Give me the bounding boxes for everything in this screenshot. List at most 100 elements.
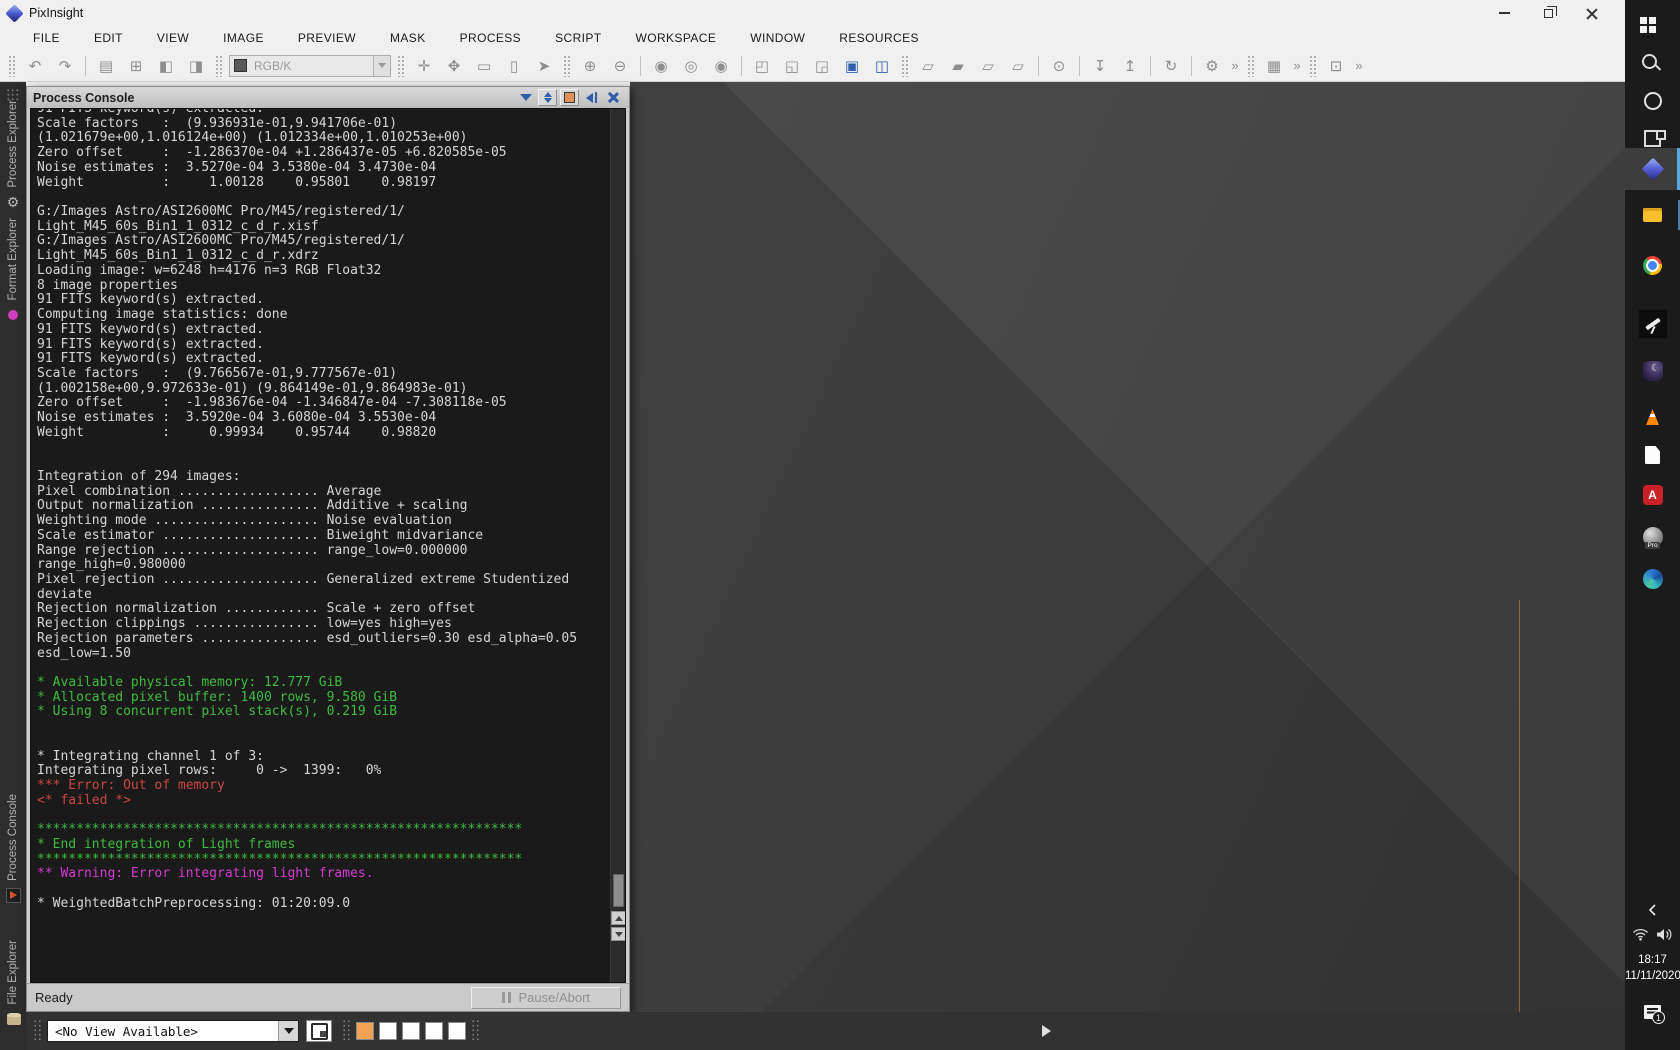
pixinsight-taskbar-icon[interactable] xyxy=(1625,148,1680,190)
zoom-to-fit-icon[interactable]: ◎ xyxy=(676,54,706,78)
workspace[interactable] xyxy=(630,82,1625,1012)
search-icon[interactable] xyxy=(1625,44,1680,82)
menu-process[interactable]: PROCESS xyxy=(443,31,538,45)
menu-preview[interactable]: PREVIEW xyxy=(281,31,373,45)
pause-abort-button[interactable]: Pause/Abort xyxy=(471,987,621,1009)
libreoffice-icon[interactable] xyxy=(1625,436,1680,474)
toolbar-grip[interactable] xyxy=(471,1019,480,1043)
sgp-pro-icon[interactable]: Pro xyxy=(1625,518,1680,556)
sidebar-tab-file-explorer[interactable]: File Explorer xyxy=(0,940,26,1027)
fullscreen-icon[interactable]: ◫ xyxy=(867,54,897,78)
screen-transfer-mode-button[interactable] xyxy=(306,1020,332,1042)
chevron-down-icon[interactable] xyxy=(278,1021,298,1041)
toolbar-overflow-chevron[interactable]: » xyxy=(1289,58,1305,73)
find-image-icon[interactable]: ⊙ xyxy=(1044,54,1074,78)
fit-view-icon[interactable]: ▭ xyxy=(469,54,499,78)
histogram-panel-icon[interactable]: ▦ xyxy=(1259,54,1289,78)
new-preview-mode-icon[interactable]: ◰ xyxy=(747,54,777,78)
scroll-up-button[interactable] xyxy=(611,911,626,925)
restore-button[interactable] xyxy=(1533,4,1563,22)
revert-image-icon[interactable]: ↻ xyxy=(1156,54,1186,78)
zoom-out-icon[interactable]: ⊖ xyxy=(605,54,635,78)
toolbar-grip[interactable] xyxy=(1247,55,1255,77)
readout-mode-icon[interactable]: ▯ xyxy=(499,54,529,78)
play-icon[interactable] xyxy=(1042,1025,1051,1037)
maximize-window-icon[interactable]: ▣ xyxy=(837,54,867,78)
zoom-1-1-icon[interactable]: ◉ xyxy=(646,54,676,78)
vlc-icon[interactable] xyxy=(1625,398,1680,436)
toolbar-grip[interactable] xyxy=(342,1019,351,1043)
speaker-icon[interactable] xyxy=(1656,928,1673,946)
new-image-icon[interactable]: ▱ xyxy=(913,54,943,78)
telescope-app-icon[interactable] xyxy=(1639,310,1667,338)
color-swatch-4[interactable] xyxy=(425,1022,443,1040)
redo-icon[interactable]: ↷ xyxy=(50,54,80,78)
toolbar-overflow-chevron[interactable]: » xyxy=(1227,58,1243,73)
save-image-icon[interactable]: ↧ xyxy=(1085,54,1115,78)
color-swatch-2[interactable] xyxy=(379,1022,397,1040)
stellarium-icon[interactable] xyxy=(1625,352,1680,390)
center-image-icon[interactable]: ✥ xyxy=(439,54,469,78)
color-swatch-5[interactable] xyxy=(448,1022,466,1040)
color-swatch-1[interactable] xyxy=(356,1022,374,1040)
toolbar-grip[interactable] xyxy=(8,55,16,77)
duplicate-image-icon[interactable]: ◧ xyxy=(151,54,181,78)
pan-mode-icon[interactable]: ✛ xyxy=(409,54,439,78)
dynamic-operation-icon[interactable]: ◲ xyxy=(807,54,837,78)
sidebar-tab-process-explorer[interactable]: Process Explorer xyxy=(0,100,26,210)
undo-icon[interactable]: ↶ xyxy=(20,54,50,78)
zoom-in-icon[interactable]: ⊕ xyxy=(575,54,605,78)
close-console-button[interactable] xyxy=(604,89,623,106)
notification-center-button[interactable]: 1 xyxy=(1625,1005,1680,1019)
pointer-mode-icon[interactable]: ➤ xyxy=(529,54,559,78)
toolbar-grip[interactable] xyxy=(215,55,223,77)
copy-image-icon[interactable]: ▱ xyxy=(1003,54,1033,78)
float-window-button[interactable] xyxy=(560,89,579,106)
menu-file[interactable]: FILE xyxy=(16,31,77,45)
scroll-down-button[interactable] xyxy=(611,927,626,941)
menu-view[interactable]: VIEW xyxy=(140,31,206,45)
menu-image[interactable]: IMAGE xyxy=(206,31,281,45)
sidebar-tab-process-console[interactable]: Process Console xyxy=(0,794,26,903)
window-menu-chevron-icon[interactable] xyxy=(516,89,535,106)
close-button[interactable] xyxy=(1577,4,1607,22)
toolbar-grip[interactable] xyxy=(33,1019,42,1043)
process-console-titlebar[interactable]: Process Console xyxy=(27,87,629,108)
menu-resources[interactable]: RESOURCES xyxy=(822,31,936,45)
shade-window-button[interactable] xyxy=(538,89,557,106)
toolbar-grip[interactable] xyxy=(563,55,571,77)
channel-selector[interactable]: RGB/K xyxy=(229,55,391,77)
zoom-to-optimal-icon[interactable]: ◉ xyxy=(706,54,736,78)
menu-script[interactable]: SCRIPT xyxy=(538,31,618,45)
console-scrollbar[interactable] xyxy=(610,109,625,982)
chrome-icon[interactable] xyxy=(1625,246,1680,284)
add-image-icon[interactable]: ▱ xyxy=(973,54,1003,78)
toolbar-grip[interactable] xyxy=(1309,55,1317,77)
edit-identifier-icon[interactable]: ▤ xyxy=(91,54,121,78)
menu-workspace[interactable]: WORKSPACE xyxy=(619,31,734,45)
edit-preview-mode-icon[interactable]: ◱ xyxy=(777,54,807,78)
sidebar-tab-format-explorer[interactable]: Format Explorer xyxy=(0,218,26,322)
acrobat-icon[interactable] xyxy=(1625,476,1680,514)
monitor-icon[interactable]: ⊡ xyxy=(1321,54,1351,78)
menu-mask[interactable]: MASK xyxy=(373,31,443,45)
toolbar-grip[interactable] xyxy=(397,55,405,77)
toolbar-grip[interactable] xyxy=(901,55,909,77)
duplicate-image-alt-icon[interactable]: ◨ xyxy=(181,54,211,78)
menu-edit[interactable]: EDIT xyxy=(77,31,140,45)
color-swatch-3[interactable] xyxy=(402,1022,420,1040)
new-instance-icon[interactable]: ⊞ xyxy=(121,54,151,78)
taskbar-clock[interactable]: 18:17 11/11/2020 xyxy=(1625,952,1680,984)
cortana-icon[interactable] xyxy=(1625,82,1680,120)
wifi-icon[interactable] xyxy=(1632,928,1649,946)
hidden-icons-chevron[interactable] xyxy=(1625,903,1680,917)
view-selector[interactable]: <No View Available> xyxy=(47,1020,299,1042)
load-image-icon[interactable]: ↥ xyxy=(1115,54,1145,78)
file-explorer-icon[interactable] xyxy=(1625,196,1680,234)
toolbar-overflow-chevron[interactable]: » xyxy=(1351,58,1367,73)
dock-window-button[interactable] xyxy=(582,89,601,106)
console-output[interactable]: 91 FITS keyword(s) extracted.Scale facto… xyxy=(30,108,626,983)
edit-image-icon[interactable]: ▰ xyxy=(943,54,973,78)
edge-icon[interactable] xyxy=(1625,560,1680,598)
image-settings-icon[interactable]: ⚙ xyxy=(1197,54,1227,78)
